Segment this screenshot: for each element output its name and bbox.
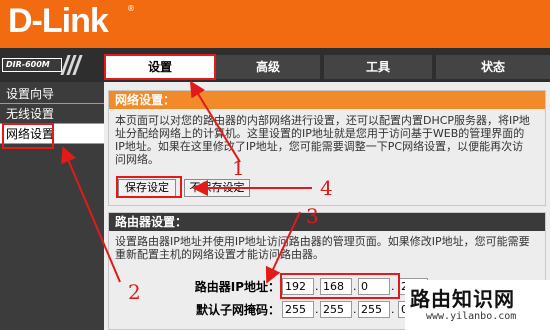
tab-advanced[interactable]: 高级 <box>216 55 320 79</box>
router-ip-label: 路由器IP地址： <box>194 280 280 294</box>
highlight-save-button <box>116 176 182 198</box>
sidebar-item-wireless[interactable]: 无线设置 <box>0 104 104 124</box>
annotation-number-3: 3 <box>306 204 319 228</box>
subnet-mask-octet-1[interactable]: 255 <box>282 301 314 318</box>
router-settings-line-1: 设置路由器IP地址并使用IP地址访问路由器的管理页面。如果修改IP地址，您可能需… <box>115 235 530 248</box>
ip-separator: . <box>391 303 395 316</box>
watermark-text: 路由知识网 <box>410 287 515 311</box>
annotation-number-2: 2 <box>128 280 141 304</box>
highlight-setup-tab <box>104 54 216 80</box>
router-settings-title: 路由器设置： <box>109 213 545 231</box>
network-settings-line-4: 问网络。 <box>115 153 159 166</box>
network-settings-line-1: 本页面可以对您的路由器的内部网络进行设置，还可以配置内置DHCP服务器，将IP地 <box>115 114 530 127</box>
router-settings-line-2: 重新配置主机的网络设置才能访问路由器。 <box>115 248 324 261</box>
network-settings-line-3: IP地址。如果在这里修改了IP地址，您可能需要调整一下PC网络设置，以便能再次访 <box>115 140 524 153</box>
dlink-logo: D-Link <box>8 2 109 40</box>
subnet-mask-octet-2[interactable]: 255 <box>320 301 352 318</box>
registered-mark: ® <box>127 4 135 13</box>
annotation-number-4: 4 <box>320 176 333 200</box>
sidebar: 设置向导 无线设置 网络设置 <box>0 82 104 330</box>
sidebar-item-wizard[interactable]: 设置向导 <box>0 84 104 104</box>
network-settings-line-2: 址分配给网络上的计算机。这里设置的IP地址就是您用于访问基于WEB的管理界面的 <box>115 127 525 140</box>
watermark-url: www.yilanbo.com <box>426 311 517 322</box>
ip-separator: . <box>315 303 319 316</box>
dont-save-settings-button[interactable]: 不保存设定 <box>184 179 250 197</box>
model-label: DIR-600M <box>2 58 62 72</box>
network-settings-title: 网络设置： <box>109 91 545 109</box>
ip-separator: . <box>353 303 357 316</box>
header-bar: D-Link ® <box>0 0 550 48</box>
highlight-network-item <box>2 123 54 149</box>
subnet-mask-label: 默认子网掩码： <box>195 303 280 317</box>
tab-tools[interactable]: 工具 <box>324 55 432 79</box>
annotation-number-1: 1 <box>232 156 245 180</box>
highlight-ip-field <box>280 273 400 299</box>
tab-status[interactable]: 状态 <box>436 55 550 79</box>
subnet-mask-octet-3[interactable]: 255 <box>358 301 390 318</box>
